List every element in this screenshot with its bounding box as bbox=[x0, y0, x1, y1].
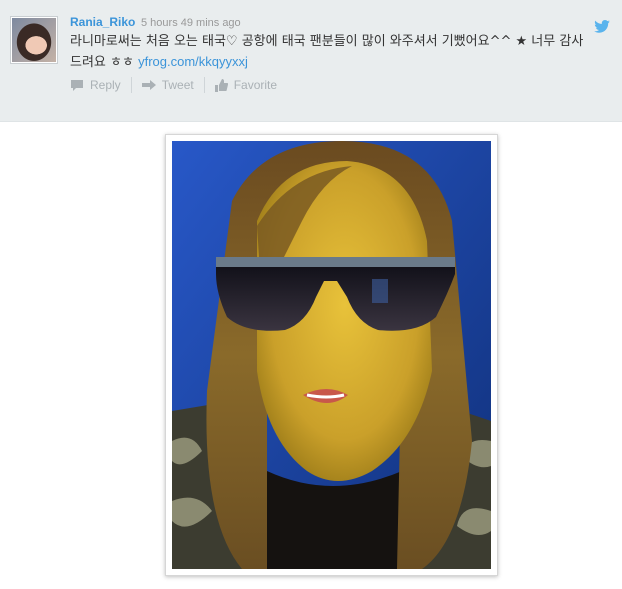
reply-label: Reply bbox=[90, 78, 121, 92]
reply-arrow-icon bbox=[71, 80, 83, 91]
reply-button[interactable]: Reply bbox=[70, 78, 121, 92]
favorite-button[interactable]: Favorite bbox=[214, 78, 278, 92]
tweet-actions: Reply Tweet Favorite bbox=[70, 77, 277, 93]
avatar-image bbox=[12, 18, 56, 62]
tweet-header-bar: Rania_Riko 5 hours 49 mins ago 라니마로써는 처음… bbox=[0, 0, 622, 122]
tweet-link[interactable]: yfrog.com/kkqyyxxj bbox=[138, 54, 248, 69]
retweet-arrow-icon bbox=[141, 80, 156, 90]
tweet-text-line1: 라니마로써는 처음 오는 태국♡ 공항에 태국 팬분들이 많이 와주셔서 기뻤어… bbox=[70, 34, 584, 49]
retweet-label: Tweet bbox=[161, 78, 194, 92]
favorite-label: Favorite bbox=[233, 78, 278, 92]
username-link[interactable]: Rania_Riko bbox=[70, 15, 135, 29]
retweet-button[interactable]: Tweet bbox=[141, 78, 194, 92]
tweet-text-line2: 드려요 ㅎㅎ bbox=[70, 55, 139, 70]
tweet-text: 라니마로써는 처음 오는 태국♡ 공항에 태국 팬분들이 많이 와주셔서 기뻤어… bbox=[70, 32, 600, 73]
action-divider bbox=[130, 77, 132, 93]
tweet-photo[interactable] bbox=[172, 141, 491, 569]
selfie-photo-illustration bbox=[172, 141, 491, 569]
thumbs-up-icon bbox=[214, 78, 228, 92]
photo-frame bbox=[165, 134, 498, 576]
avatar[interactable] bbox=[10, 16, 58, 64]
action-divider bbox=[203, 77, 205, 93]
tweet-timestamp[interactable]: 5 hours 49 mins ago bbox=[141, 17, 241, 29]
